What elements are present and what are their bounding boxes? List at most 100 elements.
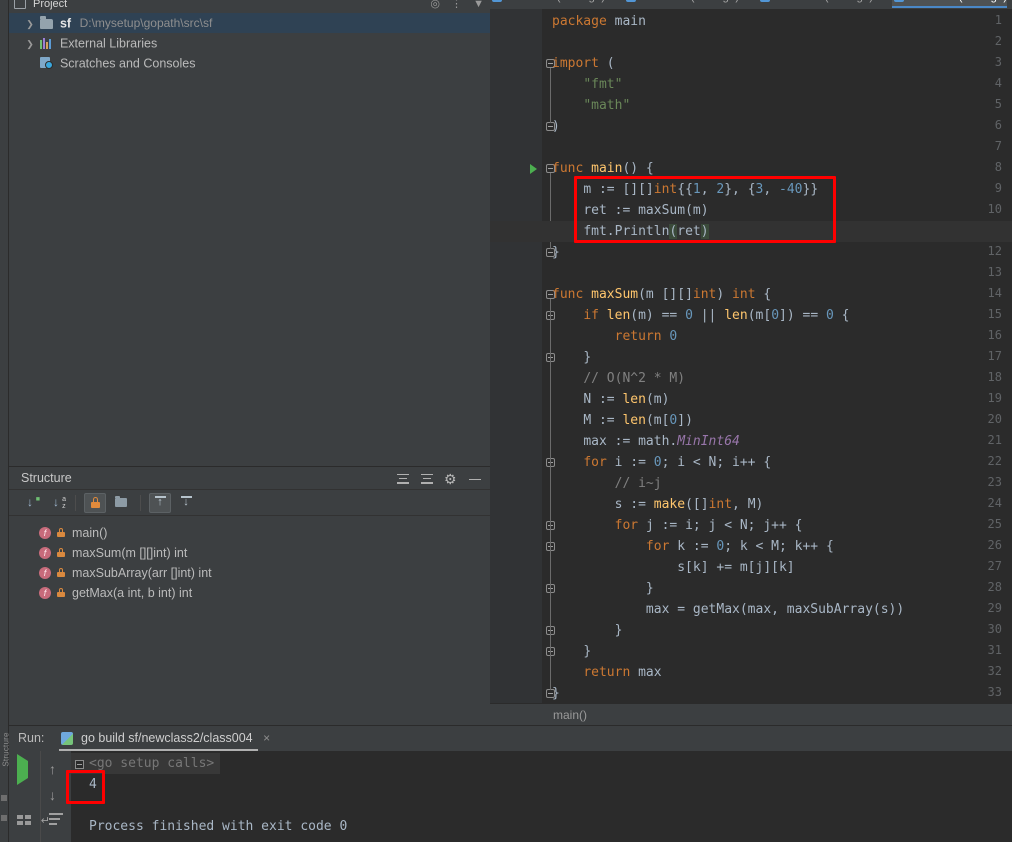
run-tab-row: Run: go build sf/newclass2/class004 ×: [9, 726, 1012, 751]
code-line[interactable]: [542, 137, 1012, 158]
run-config-tab[interactable]: go build sf/newclass2/class004 ×: [59, 726, 270, 751]
chevron-right-icon[interactable]: ❯: [23, 14, 37, 34]
output-highlight-box: [66, 770, 105, 804]
soft-wrap-icon[interactable]: [49, 813, 65, 829]
code-line[interactable]: package main: [542, 11, 1012, 32]
structure-item-getmax[interactable]: f getMax(a int, b int) int: [9, 583, 490, 603]
editor-tab-class001[interactable]: class001 (main.go): [490, 0, 605, 8]
private-lock-icon: [57, 588, 65, 598]
structure-item-label: maxSum(m [][]int) int: [72, 546, 188, 560]
gear-icon[interactable]: [444, 468, 458, 491]
locate-icon[interactable]: ◎: [430, 0, 440, 10]
code-line[interactable]: max := math.MinInt64: [542, 431, 1012, 452]
run-console-body: ↑ ↓ <go setup calls> 4 Process finished …: [9, 751, 1012, 842]
code-line[interactable]: M := len(m[0]): [542, 410, 1012, 431]
collapse-icon[interactable]: ⋮: [451, 0, 462, 10]
code-line[interactable]: }: [542, 578, 1012, 599]
code-line[interactable]: return max: [542, 662, 1012, 683]
left-tool-rail: Structure: [0, 0, 11, 842]
rail-marker-1: [1, 795, 7, 801]
code-line[interactable]: // i~j: [542, 473, 1012, 494]
console-line-exit: Process finished with exit code 0: [89, 819, 348, 834]
run-toolbar-left: [9, 751, 40, 842]
code-line[interactable]: s := make([]int, M): [542, 494, 1012, 515]
function-icon: f: [39, 586, 51, 599]
code-line[interactable]: func maxSum(m [][]int) int {: [542, 284, 1012, 305]
project-icon: [14, 0, 26, 9]
editor-tab-class002[interactable]: class002 (main.go): [624, 0, 739, 8]
show-non-public-icon[interactable]: [84, 492, 106, 513]
minimize-icon[interactable]: [468, 472, 482, 486]
code-line[interactable]: // O(N^2 * M): [542, 368, 1012, 389]
go-file-icon: [894, 0, 904, 2]
close-icon[interactable]: ×: [263, 731, 270, 745]
tree-item-sf[interactable]: ❯ sf D:\mysetup\gopath\src\sf: [9, 13, 490, 33]
group-by-folder-icon[interactable]: [110, 493, 132, 513]
print-icon[interactable]: [17, 815, 33, 831]
tree-item-scratches-and-consoles[interactable]: Scratches and Consoles: [9, 53, 490, 73]
code-content[interactable]: package main import ( "fmt" "math") func m…: [490, 9, 1012, 725]
code-line[interactable]: import (: [542, 53, 1012, 74]
go-build-icon: [61, 732, 73, 745]
library-icon: [40, 35, 56, 55]
editor-tab-class004[interactable]: class004 (main.go): [892, 0, 1008, 8]
code-line[interactable]: N := len(m): [542, 389, 1012, 410]
console-line-output: 4: [89, 777, 97, 792]
stop-icon[interactable]: [17, 787, 33, 803]
minimize-icon[interactable]: ▼: [473, 0, 484, 10]
console-fold-icon[interactable]: [75, 760, 84, 769]
structure-item-maxsum[interactable]: f maxSum(m [][]int) int: [9, 543, 490, 563]
go-file-icon: [626, 0, 636, 2]
code-line[interactable]: for k := 0; k < M; k++ {: [542, 536, 1012, 557]
console-output[interactable]: <go setup calls> 4 Process finished with…: [71, 751, 1012, 842]
code-line[interactable]: for j := i; j < N; j++ {: [542, 515, 1012, 536]
editor-tab-class003[interactable]: class003 (main.go): [758, 0, 873, 8]
code-line[interactable]: }: [542, 641, 1012, 662]
structure-item-main[interactable]: f main(): [9, 523, 490, 543]
code-line[interactable]: "fmt": [542, 74, 1012, 95]
sort-by-visibility-icon[interactable]: ↓ ■: [19, 493, 41, 513]
code-line[interactable]: "math": [542, 95, 1012, 116]
code-highlight-box: [574, 176, 836, 243]
project-panel-title: Project: [33, 0, 68, 10]
show-inherited-icon[interactable]: [149, 492, 171, 513]
scratches-icon: [40, 55, 56, 75]
breadcrumb[interactable]: main(): [490, 703, 1012, 725]
code-line[interactable]: [542, 32, 1012, 53]
run-line-icon[interactable]: [530, 164, 537, 174]
rerun-icon[interactable]: [17, 754, 33, 785]
code-line[interactable]: }: [542, 620, 1012, 641]
collapse-all-icon[interactable]: [420, 472, 434, 486]
code-line[interactable]: max = getMax(max, maxSubArray(s)): [542, 599, 1012, 620]
structure-item-label: getMax(a int, b int) int: [72, 586, 193, 600]
expand-all-icon[interactable]: [396, 472, 410, 486]
toolbar-separator-2: [140, 494, 141, 511]
folder-icon: [40, 15, 56, 35]
chevron-right-icon[interactable]: ❯: [23, 34, 37, 54]
project-panel-header: Project ◎ ⋮ ▼: [9, 0, 490, 13]
structure-panel-title: Structure: [21, 471, 72, 485]
tab-label: class003 (main.go): [776, 0, 873, 3]
structure-item-maxsubarray[interactable]: f maxSubArray(arr []int) int: [9, 563, 490, 583]
sort-alphabetically-icon[interactable]: ↓ a z: [45, 493, 67, 513]
tree-item-external-libraries[interactable]: ❯ External Libraries: [9, 33, 490, 53]
code-line[interactable]: s[k] += m[j][k]: [542, 557, 1012, 578]
editor-area: class001 (main.go) class002 (main.go) cl…: [490, 0, 1012, 725]
tree-item-label: External Libraries: [59, 36, 158, 51]
up-arrow-icon[interactable]: ↑: [49, 761, 65, 777]
code-line[interactable]: ): [542, 116, 1012, 137]
down-arrow-icon[interactable]: ↓: [49, 787, 65, 803]
code-line[interactable]: return 0: [542, 326, 1012, 347]
code-line[interactable]: if len(m) == 0 || len(m[0]) == 0 {: [542, 305, 1012, 326]
tree-item-label: Scratches and Consoles: [59, 56, 196, 71]
code-line[interactable]: }: [542, 242, 1012, 263]
code-line[interactable]: }: [542, 683, 1012, 704]
code-line[interactable]: for i := 0; i < N; i++ {: [542, 452, 1012, 473]
tab-label: class004 (main.go): [910, 0, 1007, 3]
go-file-icon: [760, 0, 770, 2]
code-line[interactable]: [542, 263, 1012, 284]
code-line[interactable]: }: [542, 347, 1012, 368]
editor-gutter[interactable]: [490, 9, 542, 725]
show-imported-icon[interactable]: [175, 493, 197, 513]
structure-toolbar: ↓ ■ ↓ a z: [9, 490, 490, 516]
